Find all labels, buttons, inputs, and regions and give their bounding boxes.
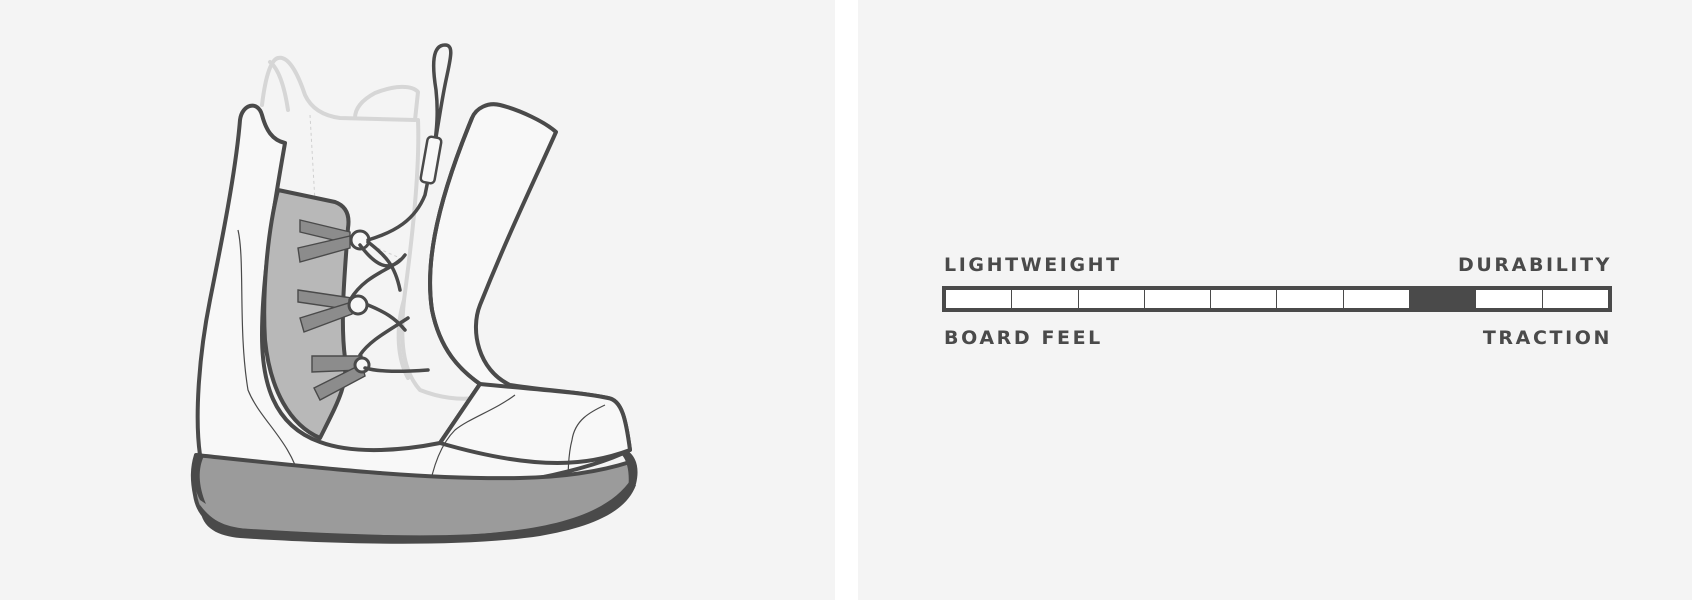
rating-scale-bar bbox=[942, 286, 1612, 312]
boot-illustration-panel bbox=[0, 0, 835, 600]
scale-segment bbox=[1342, 290, 1409, 308]
scale-segment bbox=[1143, 290, 1210, 308]
snowboard-boot-illustration bbox=[190, 43, 638, 544]
scale-segment bbox=[1011, 290, 1077, 308]
scale-label-board-feel: BOARD FEEL bbox=[944, 327, 1103, 349]
scale-segment bbox=[1276, 290, 1342, 308]
scale-segment bbox=[946, 290, 1011, 308]
toe-cap bbox=[438, 382, 632, 465]
scale-label-traction: TRACTION bbox=[1482, 327, 1612, 349]
scale-segment bbox=[1077, 290, 1144, 308]
scale-segment bbox=[1541, 290, 1608, 308]
lace-lock bbox=[419, 135, 443, 185]
scale-label-lightweight: LIGHTWEIGHT bbox=[944, 254, 1122, 276]
scale-segment-selected bbox=[1409, 290, 1476, 308]
scale-segment bbox=[1475, 290, 1541, 308]
scale-segment bbox=[1210, 290, 1276, 308]
scale-label-durability: DURABILITY bbox=[1458, 254, 1612, 276]
